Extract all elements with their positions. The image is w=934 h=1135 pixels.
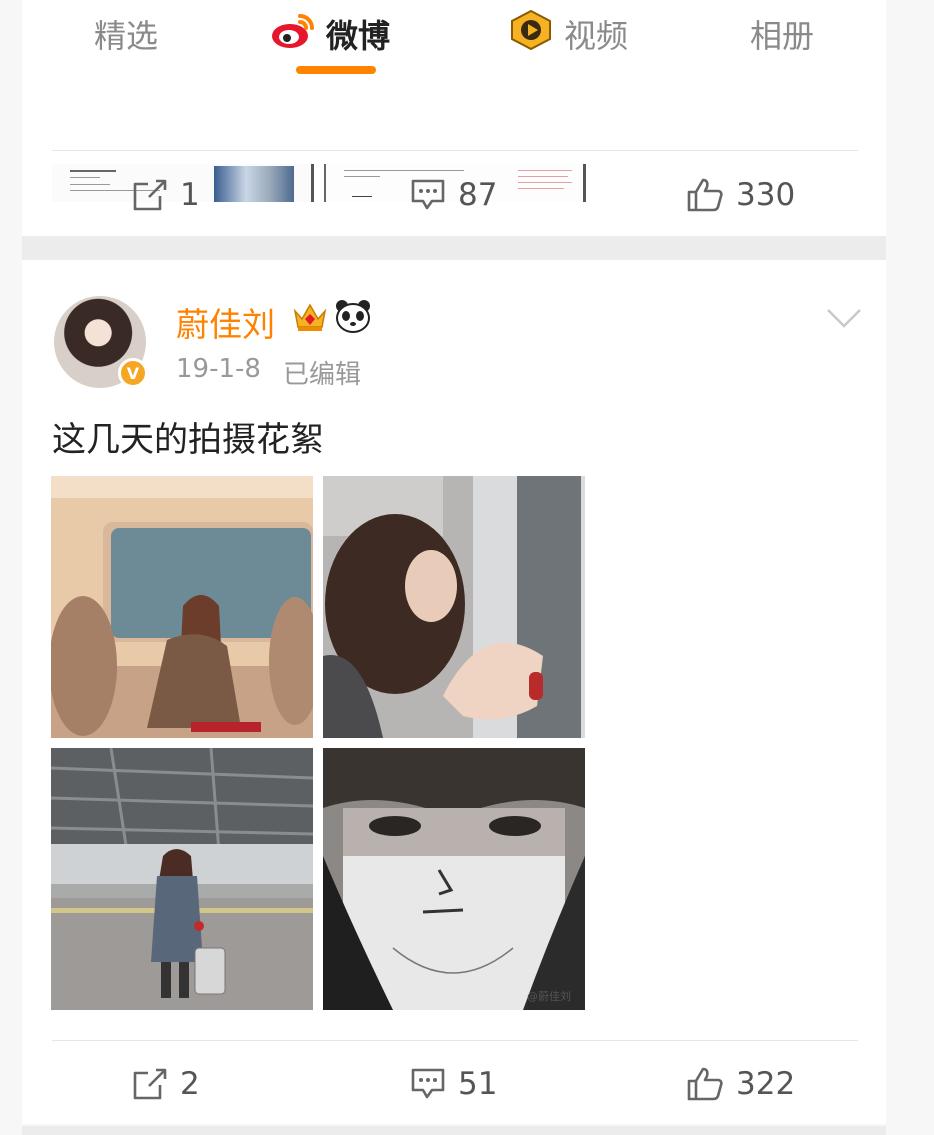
thumbs-up-icon <box>686 177 724 213</box>
tab-album[interactable]: 相册 <box>750 12 814 56</box>
divider <box>52 150 858 151</box>
crown-badge-icon[interactable] <box>292 299 328 337</box>
post-text: 这几天的拍摄花絮 <box>52 420 324 460</box>
previous-post-action-bar: 1 87 330 <box>22 153 886 237</box>
thumbs-up-icon <box>686 1066 724 1102</box>
tab-label: 视频 <box>564 17 629 55</box>
like-button[interactable]: 330 <box>686 153 795 237</box>
verified-icon: V <box>118 358 148 388</box>
active-tab-indicator <box>296 66 376 74</box>
repost-icon <box>132 1067 168 1101</box>
repost-count: 2 <box>180 1066 200 1102</box>
post-date: 19-1-8 <box>176 354 261 384</box>
top-tab-bar: 精选 微博 视频 相册 <box>22 0 886 80</box>
card-separator <box>22 1126 886 1135</box>
divider <box>52 1040 858 1041</box>
comment-icon <box>410 178 446 212</box>
username[interactable]: 蔚佳刘 <box>176 298 275 346</box>
comment-count: 87 <box>458 177 498 213</box>
tab-label: 微博 <box>326 17 391 55</box>
repost-icon <box>132 178 168 212</box>
comment-count: 51 <box>458 1066 498 1102</box>
comment-icon <box>410 1067 446 1101</box>
card-separator <box>22 236 886 260</box>
tab-weibo[interactable]: 微博 <box>270 12 390 56</box>
like-button[interactable]: 322 <box>686 1042 795 1126</box>
photo-window-profile[interactable] <box>323 476 585 738</box>
repost-button[interactable]: 2 <box>132 1042 200 1126</box>
edited-label[interactable]: 已编辑 <box>283 354 361 391</box>
chevron-down-icon[interactable] <box>826 306 862 330</box>
comment-button[interactable]: 87 <box>410 153 497 237</box>
like-count: 322 <box>736 1066 796 1102</box>
photo-face-sketch[interactable]: @蔚佳刘 <box>323 748 585 1010</box>
play-badge-icon <box>508 9 554 59</box>
weibo-logo-icon <box>270 10 316 58</box>
post-action-bar: 2 51 322 <box>22 1042 886 1126</box>
tab-featured[interactable]: 精选 <box>94 12 158 56</box>
like-count: 330 <box>736 177 796 213</box>
panda-badge-icon[interactable] <box>334 299 372 337</box>
image-watermark: @蔚佳刘 <box>527 990 571 1003</box>
tab-video[interactable]: 视频 <box>508 9 629 59</box>
repost-count: 1 <box>180 177 200 213</box>
comment-button[interactable]: 51 <box>410 1042 497 1126</box>
repost-button[interactable]: 1 <box>132 153 200 237</box>
photo-train-seat[interactable] <box>51 476 313 738</box>
tab-label: 精选 <box>94 17 159 55</box>
post-meta: 19-1-8 已编辑 <box>176 354 361 391</box>
user-badges <box>292 298 372 338</box>
tab-label: 相册 <box>750 17 815 55</box>
photo-station-platform[interactable] <box>51 748 313 1010</box>
